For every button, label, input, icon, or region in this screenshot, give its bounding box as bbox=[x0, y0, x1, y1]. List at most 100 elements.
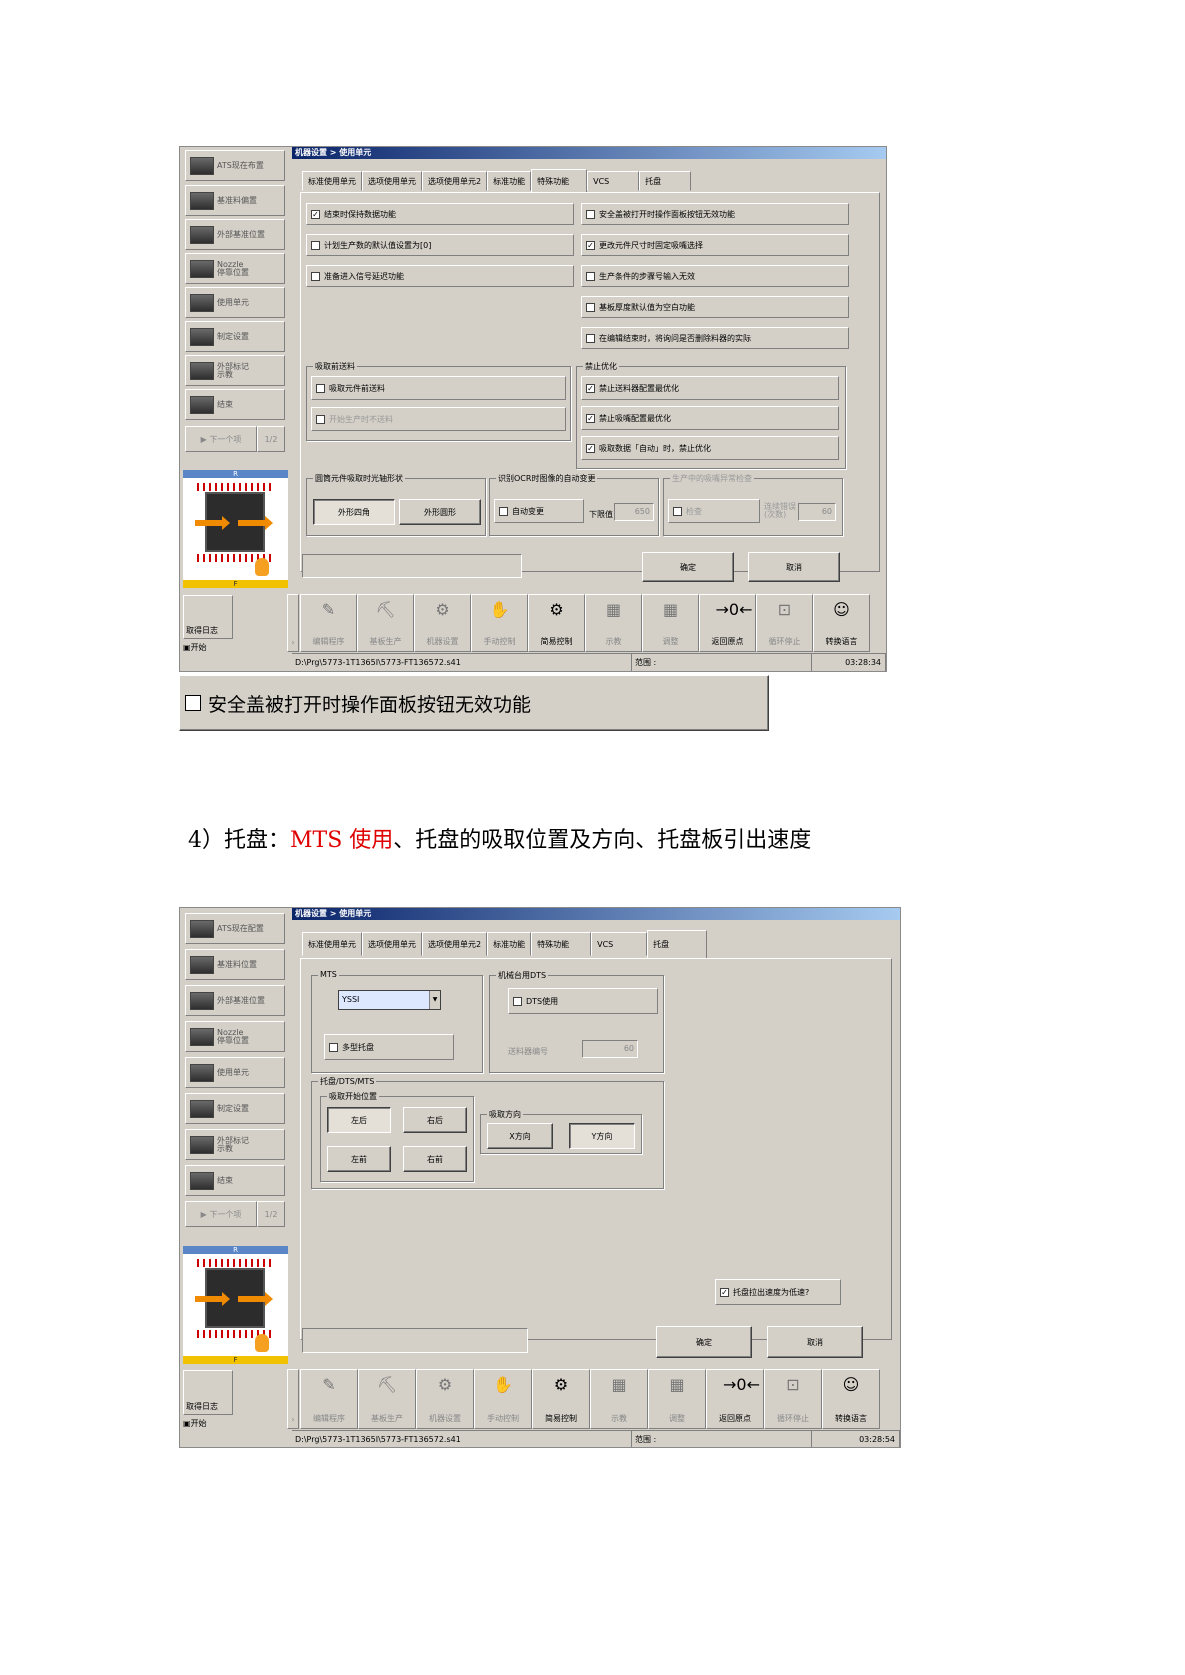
checkbox[interactable]: ✓ bbox=[586, 383, 595, 393]
sidebar-item-units[interactable]: 使用单元 bbox=[185, 1057, 285, 1088]
zoomed-safety-cover-checkbox[interactable]: 安全盖被打开时操作面板按钮无效功能 bbox=[179, 675, 769, 731]
sidebar-item-nozzle[interactable]: Nozzle 停靠位置 bbox=[185, 253, 285, 284]
taskbar-button[interactable]: ▦ 调整 bbox=[642, 594, 699, 652]
tab-special-functions[interactable]: 特殊功能 bbox=[531, 169, 588, 193]
sidebar-item-fiducial[interactable]: 基准料位置 bbox=[185, 949, 285, 980]
taskbar-button[interactable]: ▦ 示教 bbox=[585, 594, 642, 652]
tab-option-units[interactable]: 选项使用单元 bbox=[362, 171, 422, 191]
taskbar-button[interactable]: ⊡ 循环停止 bbox=[756, 594, 813, 652]
taskbar-button[interactable]: ⚙ 机器设置 bbox=[416, 1369, 474, 1429]
taskbar-button[interactable]: →0← 返回原点 bbox=[699, 594, 756, 652]
taskbar-button[interactable]: ▦ 调整 bbox=[648, 1369, 706, 1429]
tab-standard-functions[interactable]: 标准功能 bbox=[487, 171, 532, 191]
ok-button[interactable]: 确定 bbox=[656, 1326, 752, 1358]
taskbar-button[interactable]: ✎ 编辑程序 bbox=[300, 594, 357, 652]
checkbox[interactable] bbox=[499, 506, 508, 516]
check-auto-change[interactable]: 自动变更 bbox=[494, 499, 584, 523]
sidebar-item-ext-fiducial[interactable]: 外部基准位置 bbox=[185, 985, 285, 1016]
checkbox[interactable]: ✓ bbox=[720, 1287, 729, 1297]
mts-select[interactable]: YSSI bbox=[338, 990, 441, 1010]
check-forbid-feeder-opt[interactable]: ✓ 禁止送料器配置最优化 bbox=[581, 376, 839, 400]
checkbox[interactable] bbox=[311, 271, 320, 281]
taskbar-button[interactable]: ⛏ 基板生产 bbox=[357, 594, 414, 652]
checkbox[interactable] bbox=[586, 302, 595, 312]
cancel-button[interactable]: 取消 bbox=[767, 1326, 863, 1358]
check-keep-data[interactable]: ✓ 结束时保持数据功能 bbox=[306, 203, 574, 225]
front-left-button[interactable]: 左前 bbox=[327, 1146, 391, 1172]
check-fix-nozzle[interactable]: ✓ 更改元件尺寸时固定吸嘴选择 bbox=[581, 234, 849, 256]
sidebar-item-ext-fiducial[interactable]: 外部基准位置 bbox=[185, 219, 285, 250]
tab-special-functions[interactable]: 特殊功能 bbox=[531, 932, 592, 956]
check-forbid-nozzle-opt[interactable]: ✓ 禁止吸嘴配置最优化 bbox=[581, 406, 839, 430]
start-button[interactable]: ▣开始 bbox=[183, 642, 207, 653]
check-tray-low-speed[interactable]: ✓ 托盘拉出速度为低速? bbox=[715, 1279, 841, 1305]
check-ask-delete[interactable]: 在编辑结束时，将询问是否删除料器的实际 bbox=[581, 327, 849, 349]
tab-standard-functions[interactable]: 标准功能 bbox=[487, 932, 532, 956]
taskbar-button[interactable]: ⛏ 基板生产 bbox=[358, 1369, 416, 1429]
tab-vcs[interactable]: VCS bbox=[591, 932, 648, 956]
front-right-button[interactable]: 右前 bbox=[403, 1146, 467, 1172]
expand-chevron-icon[interactable]: › bbox=[287, 1369, 299, 1429]
tab-standard-units[interactable]: 标准使用单元 bbox=[302, 932, 362, 956]
x-direction-button[interactable]: X方向 bbox=[487, 1123, 553, 1149]
cancel-button[interactable]: 取消 bbox=[748, 552, 840, 582]
checkbox[interactable]: ✓ bbox=[586, 413, 595, 423]
get-log-button[interactable]: 取得日志 bbox=[183, 1370, 233, 1415]
checkbox[interactable]: ✓ bbox=[586, 443, 595, 453]
taskbar-button[interactable]: ⊡ 循环停止 bbox=[764, 1369, 822, 1429]
checkbox[interactable]: ✓ bbox=[311, 209, 320, 219]
ok-button[interactable]: 确定 bbox=[642, 552, 734, 582]
tab-option-units-2[interactable]: 选项使用单元2 bbox=[422, 932, 488, 956]
rear-left-button[interactable]: 左后 bbox=[327, 1107, 391, 1133]
taskbar-button[interactable]: ✋ 手动控制 bbox=[471, 594, 528, 652]
checkbox[interactable] bbox=[329, 1042, 338, 1052]
tab-tray[interactable]: 托盘 bbox=[639, 171, 692, 191]
check-forbid-auto-opt[interactable]: ✓ 吸取数据「自动」时，禁止优化 bbox=[581, 436, 839, 460]
check-safety-cover[interactable]: 安全盖被打开时操作面板按钮无效功能 bbox=[581, 203, 849, 225]
taskbar-button[interactable]: ⚙ 机器设置 bbox=[414, 594, 471, 652]
taskbar-button[interactable]: ⚙ 简易控制 bbox=[532, 1369, 590, 1429]
sidebar-item-fiducial[interactable]: 基准料偏置 bbox=[185, 185, 285, 216]
taskbar-button[interactable]: ✎ 编辑程序 bbox=[300, 1369, 358, 1429]
sidebar-item-settings[interactable]: 制定设置 bbox=[185, 321, 285, 352]
get-log-button[interactable]: 取得日志 bbox=[183, 595, 233, 639]
tab-tray[interactable]: 托盘 bbox=[647, 930, 708, 958]
check-feed-before-pickup[interactable]: 吸取元件前送料 bbox=[311, 376, 566, 400]
sidebar-item-settings[interactable]: 制定设置 bbox=[185, 1093, 285, 1124]
taskbar-button[interactable]: ⚙ 简易控制 bbox=[528, 594, 585, 652]
check-plan-zero[interactable]: 计划生产数的默认值设置为[0] bbox=[306, 234, 574, 256]
checkbox[interactable] bbox=[311, 240, 320, 250]
checkbox[interactable] bbox=[586, 209, 595, 219]
checkbox[interactable] bbox=[185, 695, 201, 711]
tab-option-units-2[interactable]: 选项使用单元2 bbox=[422, 171, 488, 191]
next-button[interactable]: ▶ 下一个项 bbox=[185, 1201, 257, 1227]
tab-vcs[interactable]: VCS bbox=[587, 171, 640, 191]
next-button[interactable]: ▶ 下一个项 bbox=[185, 426, 257, 452]
sidebar-item-ats[interactable]: ATS现在配置 bbox=[185, 913, 285, 944]
checkbox[interactable] bbox=[316, 383, 325, 393]
sidebar-item-end[interactable]: 结束 bbox=[185, 389, 285, 420]
taskbar-button[interactable]: →0← 返回原点 bbox=[706, 1369, 764, 1429]
check-step-invalid[interactable]: 生产条件的步骤号输入无效 bbox=[581, 265, 849, 287]
sidebar-item-mark-teach[interactable]: 外部标记 示教 bbox=[185, 1129, 285, 1160]
taskbar-button[interactable]: ☺ 转换语言 bbox=[813, 594, 870, 652]
tab-standard-units[interactable]: 标准使用单元 bbox=[302, 171, 362, 191]
sidebar-item-mark-teach[interactable]: 外部标记 示教 bbox=[185, 355, 285, 386]
checkbox[interactable] bbox=[586, 271, 595, 281]
y-direction-button[interactable]: Y方向 bbox=[569, 1123, 635, 1149]
check-dts-use[interactable]: DTS使用 bbox=[508, 988, 658, 1014]
check-multi-tray[interactable]: 多型托盘 bbox=[324, 1034, 454, 1060]
checkbox[interactable]: ✓ bbox=[586, 240, 595, 250]
taskbar-button[interactable]: ✋ 手动控制 bbox=[474, 1369, 532, 1429]
sidebar-item-end[interactable]: 结束 bbox=[185, 1165, 285, 1196]
taskbar-button[interactable]: ▦ 示教 bbox=[590, 1369, 648, 1429]
taskbar-button[interactable]: ☺ 转换语言 bbox=[822, 1369, 880, 1429]
shape-square-button[interactable]: 外形四角 bbox=[313, 499, 395, 525]
check-board-thickness[interactable]: 基板厚度默认值为空白功能 bbox=[581, 296, 849, 318]
checkbox[interactable] bbox=[513, 996, 522, 1006]
expand-chevron-icon[interactable]: › bbox=[287, 594, 299, 652]
rear-right-button[interactable]: 右后 bbox=[403, 1107, 467, 1133]
sidebar-item-ats[interactable]: ATS现在布置 bbox=[185, 150, 285, 181]
sidebar-item-units[interactable]: 使用单元 bbox=[185, 287, 285, 318]
sidebar-item-nozzle[interactable]: Nozzle 停靠位置 bbox=[185, 1021, 285, 1052]
